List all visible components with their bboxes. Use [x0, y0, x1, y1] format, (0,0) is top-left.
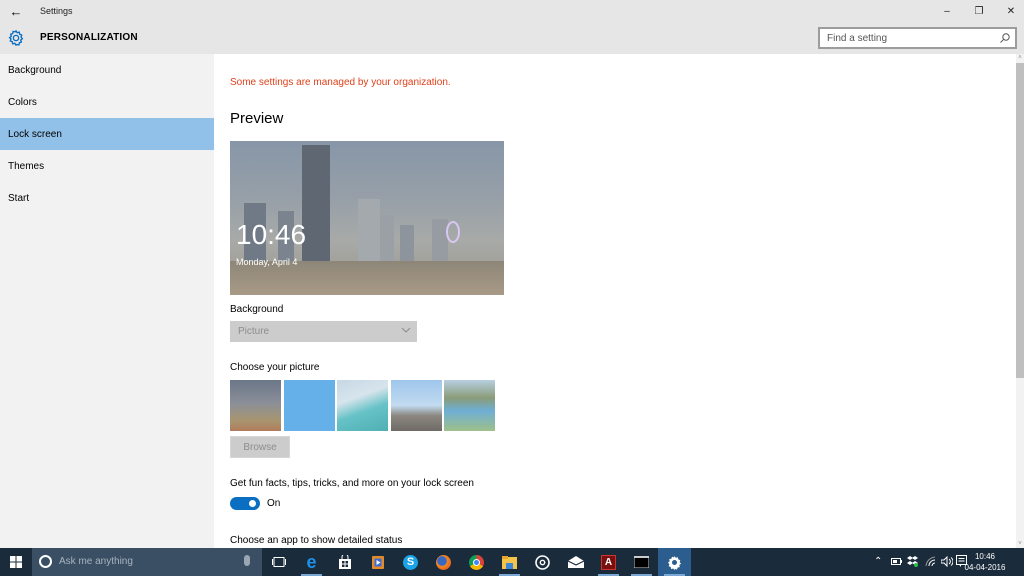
choose-picture-label: Choose your picture — [230, 362, 320, 373]
close-icon: ✕ — [1006, 5, 1016, 17]
wifi-icon[interactable] — [925, 556, 936, 567]
cortana-placeholder: Ask me anything — [59, 556, 133, 567]
microphone-icon[interactable] — [244, 555, 250, 566]
background-select-value: Picture — [238, 326, 270, 337]
thumbnail-solid-blue[interactable] — [284, 380, 335, 431]
managed-notice: Some settings are managed by your organi… — [230, 77, 451, 88]
toggle-knob — [249, 500, 256, 507]
thumbnail-lake-valley[interactable] — [444, 380, 495, 431]
detailed-status-label: Choose an app to show detailed status — [230, 535, 403, 546]
mail-icon — [567, 556, 584, 568]
sidebar-item-label: Themes — [8, 160, 45, 172]
sidebar-item-start[interactable]: Start — [0, 182, 214, 214]
scroll-up-arrow-icon[interactable]: ˄ — [1016, 54, 1024, 62]
cortana-icon — [39, 555, 52, 568]
chrome-icon — [469, 554, 484, 570]
toggle-state-label: On — [267, 498, 281, 509]
chevron-down-icon — [401, 327, 411, 333]
dropbox-icon[interactable] — [907, 556, 918, 567]
taskbar-app-skype[interactable]: S — [394, 548, 427, 576]
taskbar-app-store[interactable] — [328, 548, 361, 576]
system-clock[interactable]: 10:46 04-04-2016 — [962, 551, 1008, 573]
lock-screen-preview: 10:46 Monday, April 4 — [230, 141, 504, 295]
windows-logo-icon — [10, 556, 22, 568]
battery-icon[interactable] — [891, 558, 902, 565]
taskbar-app-firefox[interactable] — [427, 548, 460, 576]
thumbnail-city-night[interactable] — [230, 380, 281, 431]
gear-icon — [667, 555, 682, 570]
sidebar-item-label: Start — [8, 192, 30, 204]
content-pane: Some settings are managed by your organi… — [214, 54, 1016, 548]
sidebar-item-background[interactable]: Background — [0, 54, 214, 86]
app-title: Settings — [40, 6, 73, 16]
arrow-left-icon: ← — [9, 3, 23, 19]
content-scrollbar[interactable]: ˄ ˅ — [1016, 54, 1024, 548]
search-placeholder: Find a setting — [827, 33, 888, 44]
terminal-icon — [634, 556, 649, 568]
chrome-center — [473, 558, 480, 566]
page-header: PERSONALIZATION Find a setting — [0, 24, 1024, 54]
scroll-down-arrow-icon[interactable]: ˅ — [1016, 540, 1024, 548]
title-bar: ← Settings – ❐ ✕ — [0, 0, 1024, 24]
preview-date: Monday, April 4 — [236, 257, 298, 267]
start-button[interactable] — [0, 548, 32, 576]
minimize-icon: – — [944, 5, 950, 17]
thumbnail-mountain-sky[interactable] — [391, 380, 442, 431]
task-view-button[interactable] — [262, 548, 295, 576]
taskbar-app-edge[interactable]: e — [295, 548, 328, 576]
taskbar-app-command-prompt[interactable] — [625, 548, 658, 576]
folder-icon — [502, 555, 517, 569]
preview-time: 10:46 — [236, 219, 307, 250]
sidebar-item-colors[interactable]: Colors — [0, 86, 214, 118]
firefox-icon — [436, 554, 451, 570]
minimize-button[interactable]: – — [930, 0, 964, 22]
sidebar-item-label: Colors — [8, 96, 37, 108]
taskbar-app-chrome[interactable] — [460, 548, 493, 576]
preview-ferris-wheel — [446, 221, 460, 243]
groove-icon — [535, 554, 550, 570]
pdf-icon: A — [601, 554, 616, 570]
skype-icon: S — [403, 554, 418, 570]
edge-icon: e — [306, 552, 317, 572]
close-button[interactable]: ✕ — [994, 0, 1024, 22]
browse-button[interactable]: Browse — [230, 436, 290, 458]
sidebar-item-label: Background — [8, 64, 62, 76]
volume-icon[interactable] — [941, 556, 953, 567]
browse-label: Browse — [243, 441, 277, 453]
taskbar-app-acrobat[interactable]: A — [592, 548, 625, 576]
store-icon — [338, 555, 351, 569]
back-button[interactable]: ← — [0, 0, 32, 22]
fun-facts-label: Get fun facts, tips, tricks, and more on… — [230, 478, 474, 489]
background-label: Background — [230, 304, 284, 315]
taskbar-app-settings[interactable] — [658, 548, 691, 576]
gear-icon — [8, 29, 24, 47]
thumbnail-ocean-wing[interactable] — [337, 380, 388, 431]
taskbar-app-mail[interactable] — [559, 548, 592, 576]
taskbar-app-media-player[interactable] — [361, 548, 394, 576]
preview-heading: Preview — [230, 110, 284, 127]
maximize-button[interactable]: ❐ — [962, 0, 996, 22]
sidebar-item-label: Lock screen — [8, 128, 62, 140]
background-select[interactable]: Picture — [230, 321, 417, 342]
clock-date: 04-04-2016 — [964, 563, 1006, 572]
media-player-icon — [371, 555, 384, 569]
taskbar: Ask me anything e S A ⌃ 10:46 04-04-2016 — [0, 548, 1024, 576]
restore-icon: ❐ — [974, 5, 984, 17]
fun-facts-toggle[interactable] — [230, 497, 260, 510]
cortana-search-box[interactable]: Ask me anything — [32, 548, 262, 576]
sidebar-item-lock-screen[interactable]: Lock screen — [0, 118, 214, 150]
chevron-up-icon[interactable]: ⌃ — [874, 556, 882, 567]
task-view-icon — [271, 557, 286, 567]
page-title: PERSONALIZATION — [40, 32, 138, 43]
taskbar-app-groove[interactable] — [526, 548, 559, 576]
sidebar-item-themes[interactable]: Themes — [0, 150, 214, 182]
find-setting-input[interactable]: Find a setting — [818, 27, 1017, 49]
taskbar-app-file-explorer[interactable] — [493, 548, 526, 576]
clock-time: 10:46 — [974, 552, 996, 561]
sidebar: Background Colors Lock screen Themes Sta… — [0, 54, 214, 548]
search-icon[interactable] — [999, 32, 1011, 44]
scrollbar-thumb[interactable] — [1016, 63, 1024, 378]
